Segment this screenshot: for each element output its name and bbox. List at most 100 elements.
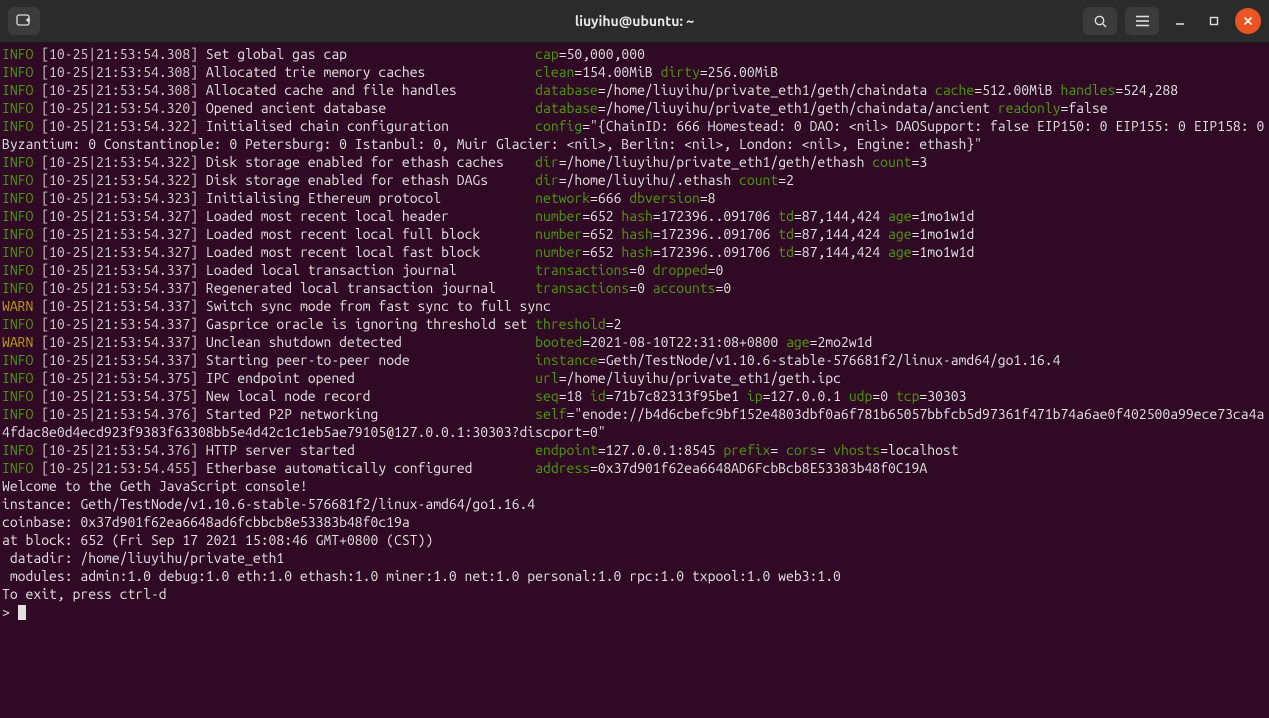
log-level: INFO	[2, 46, 33, 62]
log-level: INFO	[2, 154, 33, 170]
log-value: 2	[786, 172, 794, 188]
log-key: database	[535, 82, 598, 98]
log-line: INFO [10-25|21:53:54.322] Disk storage e…	[2, 153, 1269, 171]
log-level: INFO	[2, 64, 33, 80]
close-icon	[1243, 16, 1253, 26]
log-level: INFO	[2, 316, 33, 332]
log-message: Set global gas cap	[206, 46, 535, 62]
menu-button[interactable]	[1125, 7, 1159, 35]
log-value: 0	[723, 280, 731, 296]
log-line: INFO [10-25|21:53:54.337] Starting peer-…	[2, 351, 1269, 369]
log-level: INFO	[2, 388, 33, 404]
log-timestamp: [10-25|21:53:54.376]	[41, 442, 198, 458]
console-line: coinbase: 0x37d901f62ea6648ad6fcbbcb8e53…	[2, 513, 1269, 531]
log-timestamp: [10-25|21:53:54.308]	[41, 64, 198, 80]
log-timestamp: [10-25|21:53:54.337]	[41, 352, 198, 368]
log-message: Loaded most recent local header	[206, 208, 535, 224]
log-line: WARN [10-25|21:53:54.337] Switch sync mo…	[2, 297, 1269, 315]
log-level: INFO	[2, 244, 33, 260]
titlebar-right-group	[1083, 7, 1261, 35]
log-message: Loaded most recent local fast block	[206, 244, 535, 260]
window-titlebar: liuyihu@ubuntu: ~	[0, 0, 1269, 43]
log-value: 172396..091706	[661, 208, 771, 224]
log-timestamp: [10-25|21:53:54.327]	[41, 244, 198, 260]
log-key: network	[535, 190, 590, 206]
console-line: at block: 652 (Fri Sep 17 2021 15:08:46 …	[2, 531, 1269, 549]
console-line: instance: Geth/TestNode/v1.10.6-stable-5…	[2, 495, 1269, 513]
log-line: INFO [10-25|21:53:54.308] Set global gas…	[2, 45, 1269, 63]
search-button[interactable]	[1083, 7, 1117, 35]
log-level: INFO	[2, 190, 33, 206]
maximize-icon	[1208, 15, 1220, 27]
log-key: age	[888, 226, 912, 242]
log-message: IPC endpoint opened	[206, 370, 535, 386]
log-timestamp: [10-25|21:53:54.322]	[41, 118, 198, 134]
log-value: 512.00MiB	[982, 82, 1053, 98]
log-line: INFO [10-25|21:53:54.337] Gasprice oracl…	[2, 315, 1269, 333]
log-level: INFO	[2, 460, 33, 476]
log-message: Initialising Ethereum protocol	[206, 190, 535, 206]
close-button[interactable]	[1235, 8, 1261, 34]
log-key: cache	[935, 82, 974, 98]
log-key: id	[590, 388, 606, 404]
log-line: INFO [10-25|21:53:54.375] New local node…	[2, 387, 1269, 405]
log-value: 2mo2w1d	[817, 334, 872, 350]
log-value: 0	[716, 262, 724, 278]
log-value: 652	[590, 208, 614, 224]
log-key: url	[535, 370, 559, 386]
log-message: Loaded local transaction journal	[206, 262, 535, 278]
log-line: INFO [10-25|21:53:54.322] Disk storage e…	[2, 171, 1269, 189]
minimize-button[interactable]	[1167, 8, 1193, 34]
log-key: readonly	[998, 100, 1061, 116]
log-message: HTTP server started	[206, 442, 535, 458]
log-key: dbversion	[629, 190, 700, 206]
log-timestamp: [10-25|21:53:54.337]	[41, 298, 198, 314]
console-line: datadir: /home/liuyihu/private_eth1	[2, 549, 1269, 567]
log-value: 652	[590, 244, 614, 260]
log-key: dropped	[653, 262, 708, 278]
window-title: liuyihu@ubuntu: ~	[0, 13, 1269, 29]
log-key: td	[778, 244, 794, 260]
log-value: 87,144,424	[802, 226, 880, 242]
log-line: INFO [10-25|21:53:54.337] Regenerated lo…	[2, 279, 1269, 297]
log-key: number	[535, 226, 582, 242]
log-timestamp: [10-25|21:53:54.308]	[41, 82, 198, 98]
console-line: To exit, press ctrl-d	[2, 585, 1269, 603]
log-key: dirty	[661, 64, 700, 80]
log-timestamp: [10-25|21:53:54.337]	[41, 334, 198, 350]
log-value: 3	[919, 154, 927, 170]
log-key: td	[778, 208, 794, 224]
log-message: Gasprice oracle is ignoring threshold se…	[206, 316, 535, 332]
cursor	[18, 605, 26, 620]
log-key: hash	[621, 226, 652, 242]
log-key: booted	[535, 334, 582, 350]
log-line: INFO [10-25|21:53:54.322] Initialised ch…	[2, 117, 1269, 153]
log-level: INFO	[2, 100, 33, 116]
log-key: transactions	[535, 280, 629, 296]
log-key: threshold	[535, 316, 606, 332]
log-level: INFO	[2, 280, 33, 296]
terminal-output[interactable]: INFO [10-25|21:53:54.308] Set global gas…	[0, 43, 1269, 718]
new-tab-button[interactable]	[8, 7, 40, 35]
log-value: 50,000,000	[567, 46, 645, 62]
log-timestamp: [10-25|21:53:54.327]	[41, 208, 198, 224]
maximize-button[interactable]	[1201, 8, 1227, 34]
log-key: instance	[535, 352, 598, 368]
console-line: modules: admin:1.0 debug:1.0 eth:1.0 eth…	[2, 567, 1269, 585]
log-line: INFO [10-25|21:53:54.376] Started P2P ne…	[2, 405, 1269, 441]
log-timestamp: [10-25|21:53:54.375]	[41, 370, 198, 386]
prompt-line[interactable]: >	[2, 603, 1269, 621]
log-timestamp: [10-25|21:53:54.323]	[41, 190, 198, 206]
log-level: INFO	[2, 82, 33, 98]
log-key: vhosts	[833, 442, 880, 458]
log-line: INFO [10-25|21:53:54.323] Initialising E…	[2, 189, 1269, 207]
log-key: config	[535, 118, 582, 134]
log-timestamp: [10-25|21:53:54.455]	[41, 460, 198, 476]
log-level: INFO	[2, 172, 33, 188]
log-value: 172396..091706	[661, 244, 771, 260]
log-line: INFO [10-25|21:53:54.308] Allocated trie…	[2, 63, 1269, 81]
log-key: dir	[535, 154, 559, 170]
log-message: New local node record	[206, 388, 535, 404]
log-value: 0	[637, 262, 645, 278]
log-key: handles	[1060, 82, 1115, 98]
